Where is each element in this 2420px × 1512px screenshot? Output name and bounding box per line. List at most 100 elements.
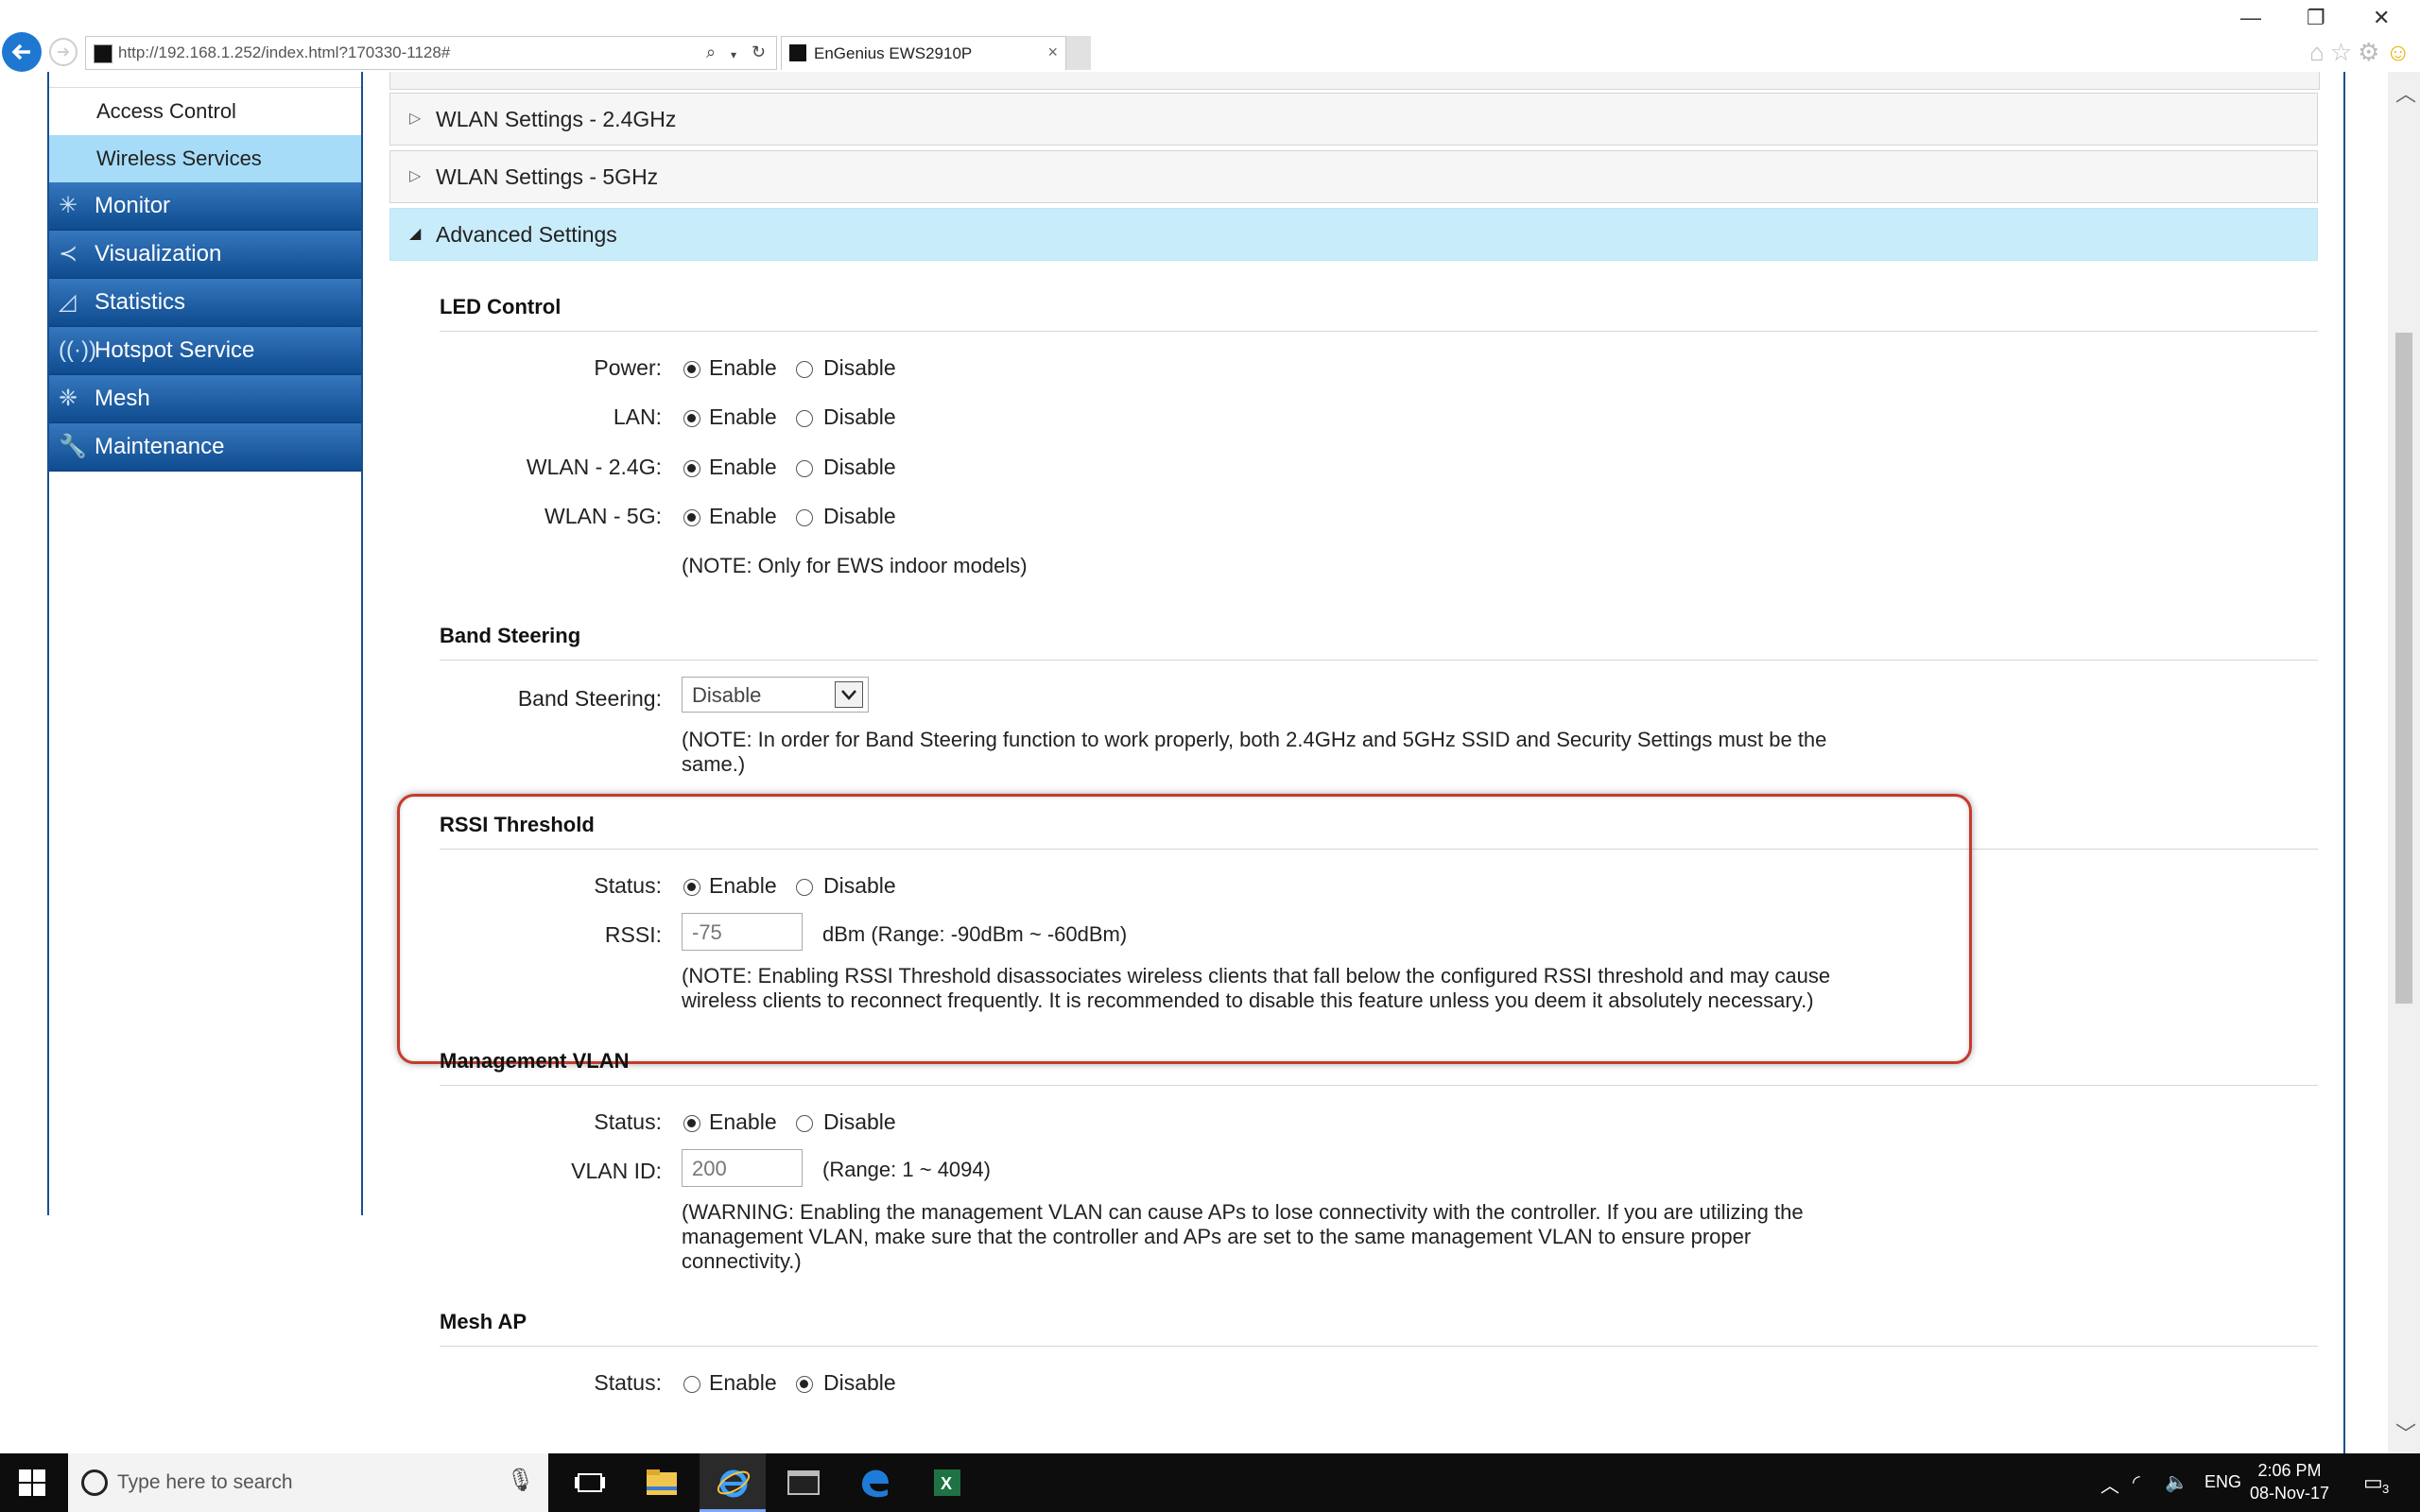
sidebar-item-visualization[interactable]: ≺ Visualization (49, 231, 361, 279)
sidebar-item-monitor[interactable]: ✳ Monitor (49, 182, 361, 231)
field-label-lan: LAN: (613, 404, 662, 429)
rssi-input[interactable]: -75 (682, 913, 803, 951)
restore-button[interactable]: ❐ (2307, 6, 2325, 30)
file-explorer-icon[interactable] (643, 1464, 681, 1502)
radio-label: Disable (823, 873, 896, 898)
wlan5-disable-radio[interactable] (796, 509, 813, 526)
band-steering-note-line1: (NOTE: In order for Band Steering functi… (682, 728, 1827, 751)
vlan-enable-radio[interactable] (683, 1115, 700, 1132)
address-bar[interactable]: http://192.168.1.252/index.html?170330-1… (85, 36, 777, 70)
clock-date: 08-Nov-17 (2250, 1484, 2330, 1503)
browser-tab[interactable]: EnGenius EWS2910P × (781, 36, 1066, 70)
vlan-id-input[interactable]: 200 (682, 1149, 803, 1187)
network-icon[interactable]: ◜ (2133, 1470, 2140, 1494)
forward-button[interactable] (49, 38, 78, 66)
excel-icon[interactable]: X (928, 1464, 966, 1502)
svg-text:X: X (941, 1474, 952, 1493)
scrollbar-thumb[interactable] (2395, 333, 2412, 1004)
radio-label: Disable (823, 504, 896, 528)
home-icon[interactable]: ⌂ (2309, 38, 2330, 66)
refresh-icon[interactable]: ↻ (752, 43, 766, 62)
windows-start-icon[interactable] (19, 1469, 45, 1496)
accordion-wlan-5ghz[interactable]: ▷ WLAN Settings - 5GHz (389, 150, 2318, 203)
search-placeholder: Type here to search (117, 1471, 293, 1493)
mesh-disable-radio[interactable] (796, 1376, 813, 1393)
section-title-rssi-threshold: RSSI Threshold (440, 813, 595, 836)
main-content: ▷ WLAN Settings - 2.4GHz ▷ WLAN Settings… (388, 72, 2322, 1453)
mesh-enable-radio[interactable] (683, 1376, 700, 1393)
radio-label: Disable (823, 404, 896, 429)
close-window-button[interactable]: ✕ (2373, 6, 2390, 30)
collapse-triangle-icon: ◢ (409, 226, 422, 242)
lan-disable-radio[interactable] (796, 410, 813, 427)
divider (440, 331, 2318, 332)
scroll-down-icon[interactable]: ﹀ (2395, 1418, 2416, 1448)
rssi-note-line1: (NOTE: Enabling RSSI Threshold disassoci… (682, 964, 1831, 988)
radio-label: Enable (709, 455, 777, 479)
feedback-icon[interactable]: ☺ (2385, 38, 2416, 66)
language-indicator[interactable]: ENG (2204, 1472, 2241, 1492)
sidebar-item-mesh[interactable]: ❈ Mesh (49, 375, 361, 423)
accordion-wlan-24ghz[interactable]: ▷ WLAN Settings - 2.4GHz (389, 93, 2318, 146)
back-button[interactable] (2, 32, 42, 72)
rssi-enable-radio[interactable] (683, 879, 700, 896)
expand-triangle-icon: ▷ (409, 111, 422, 127)
rssi-note-line2: wireless clients to reconnect frequently… (682, 988, 1814, 1012)
section-title-management-vlan: Management VLAN (440, 1049, 630, 1073)
tab-title: EnGenius EWS2910P (814, 44, 973, 62)
sidebar-item-wireless-services[interactable]: Wireless Services (49, 135, 361, 182)
internet-explorer-icon[interactable] (715, 1464, 752, 1502)
tray-overflow-icon[interactable]: ︿ (2100, 1470, 2119, 1498)
field-label-vlan-id: VLAN ID: (571, 1159, 662, 1183)
divider (440, 1346, 2318, 1347)
terminal-icon[interactable] (785, 1464, 822, 1502)
tab-close-icon[interactable]: × (1047, 43, 1058, 62)
minimize-button[interactable]: — (2240, 6, 2261, 30)
taskbar: Type here to search 🎙 X ︿ ◜ 🔈 ENG 2:06 P… (0, 1453, 2420, 1512)
band-steering-note-line2: same.) (682, 752, 746, 776)
section-title-band-steering: Band Steering (440, 624, 581, 647)
sidebar-item-statistics[interactable]: ◿ Statistics (49, 279, 361, 327)
power-disable-radio[interactable] (796, 361, 813, 378)
power-enable-radio[interactable] (683, 361, 700, 378)
accordion-label: Advanced Settings (436, 222, 617, 247)
sidebar-item-access-control[interactable]: Access Control (49, 88, 361, 135)
taskbar-search[interactable]: Type here to search 🎙 (68, 1453, 548, 1512)
search-icon[interactable]: ⌕ (706, 43, 716, 62)
band-steering-select[interactable]: Disable (682, 677, 869, 713)
sidebar-item-maintenance[interactable]: 🔧 Maintenance (49, 423, 361, 472)
settings-icon[interactable]: ⚙ (2358, 38, 2385, 66)
radio-label: Disable (823, 455, 896, 479)
page-viewport: Access Control Wireless Services ✳ Monit… (0, 72, 2420, 1453)
new-tab-button[interactable] (1066, 36, 1091, 70)
system-clock[interactable]: 2:06 PM 08-Nov-17 (2250, 1459, 2329, 1504)
page-border (2343, 72, 2345, 1453)
notification-icon[interactable]: ▭ (2363, 1470, 2383, 1495)
cortana-icon (81, 1469, 108, 1496)
favorites-icon[interactable]: ☆ (2330, 38, 2358, 66)
wlan24-enable-radio[interactable] (683, 460, 700, 477)
rssi-disable-radio[interactable] (796, 879, 813, 896)
radio-label: Enable (709, 1109, 777, 1134)
volume-icon[interactable]: 🔈 (2165, 1470, 2188, 1494)
address-url[interactable]: http://192.168.1.252/index.html?170330-1… (118, 43, 450, 62)
field-label-wlan-5g: WLAN - 5G: (544, 504, 662, 528)
edge-browser-icon[interactable] (856, 1464, 894, 1502)
arrow-left-icon (11, 43, 30, 60)
wlan5-enable-radio[interactable] (683, 509, 700, 526)
accordion-advanced-settings[interactable]: ◢ Advanced Settings (389, 208, 2318, 261)
vertical-scrollbar[interactable]: ︿ ﹀ (2388, 72, 2420, 1453)
scroll-up-icon[interactable]: ︿ (2395, 77, 2416, 108)
task-view-icon[interactable] (571, 1464, 609, 1502)
wlan24-disable-radio[interactable] (796, 460, 813, 477)
vlan-disable-radio[interactable] (796, 1115, 813, 1132)
radio-label: Enable (709, 504, 777, 528)
sidebar-item-hotspot-service[interactable]: ((·)) Hotspot Service (49, 327, 361, 375)
chevron-down-icon[interactable] (835, 681, 863, 708)
microphone-icon[interactable]: 🎙 (507, 1467, 535, 1494)
radio-label: Enable (709, 404, 777, 429)
browser-chrome: http://192.168.1.252/index.html?170330-1… (0, 0, 2420, 72)
vlan-range: (Range: 1 ~ 4094) (822, 1158, 991, 1181)
dropdown-icon[interactable]: ▾ (731, 48, 736, 61)
lan-enable-radio[interactable] (683, 410, 700, 427)
